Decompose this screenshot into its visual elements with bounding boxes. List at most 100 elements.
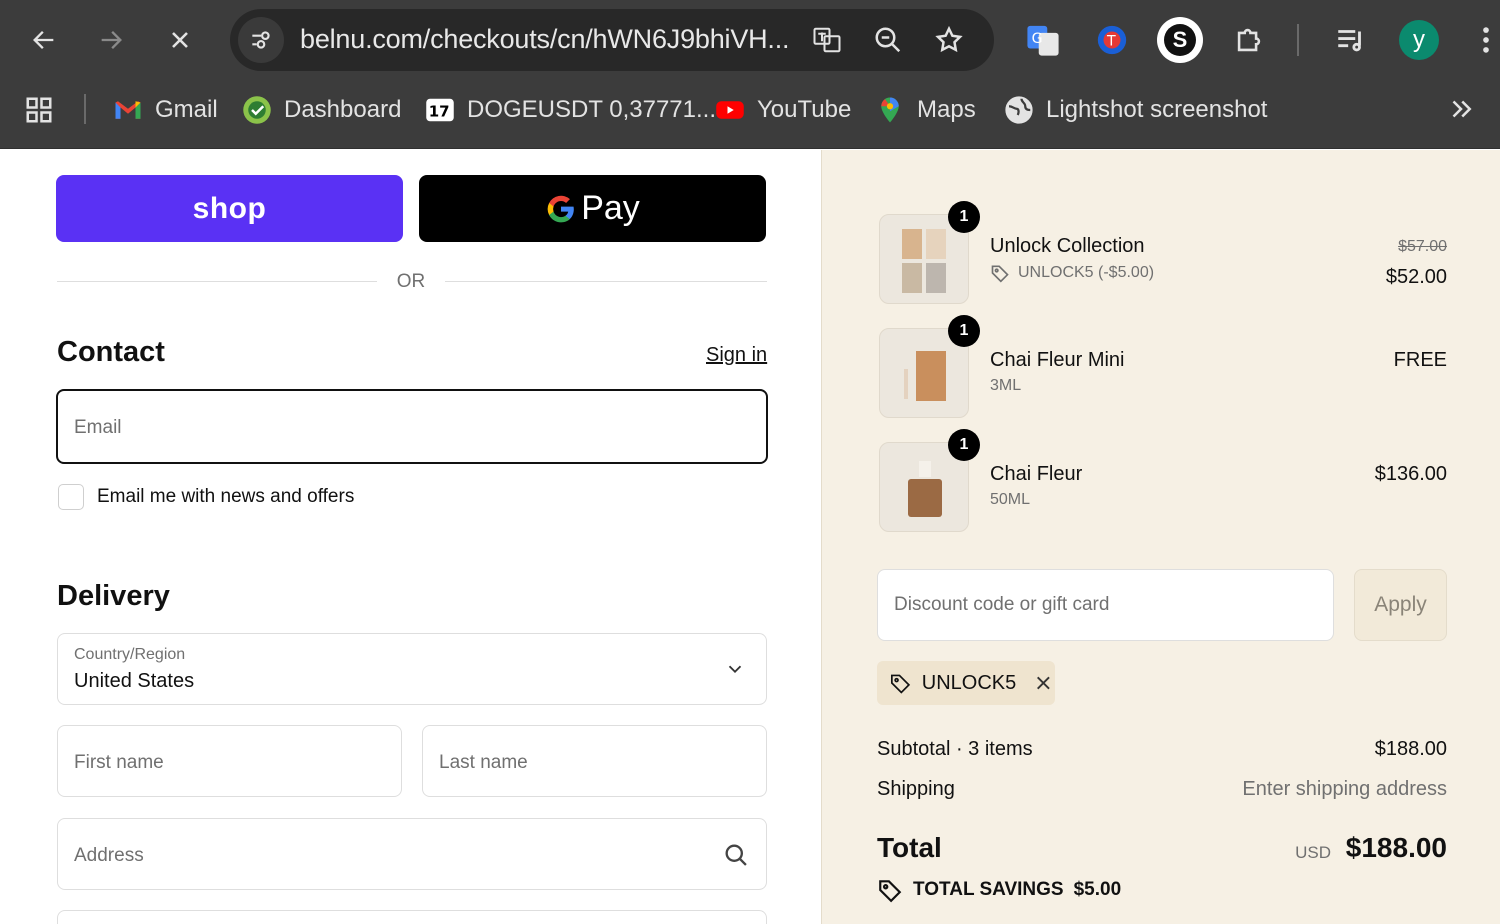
- email-placeholder: Email: [74, 417, 122, 438]
- chevron-down-icon: [728, 665, 742, 674]
- item-size: 50ML: [990, 491, 1031, 508]
- email-field[interactable]: Email: [56, 389, 768, 464]
- forward-button[interactable]: [89, 18, 133, 62]
- applied-discount-chip: UNLOCK5: [877, 661, 1055, 705]
- item-name: Chai Fleur Mini: [990, 349, 1125, 371]
- subtotal-label: Subtotal · 3 items: [877, 738, 1033, 760]
- translate-page-button[interactable]: [810, 23, 844, 57]
- arrow-left-icon: [33, 31, 54, 49]
- last-name-field[interactable]: Last name: [422, 725, 767, 797]
- more-vert-icon: [1483, 27, 1489, 53]
- or-divider: OR: [396, 271, 426, 292]
- product-thumbnail: 1: [879, 315, 980, 418]
- country-value: United States: [74, 670, 195, 692]
- divider-line: [57, 281, 377, 282]
- google-translate-extension[interactable]: G: [1020, 17, 1066, 63]
- dashboard-icon: [243, 96, 271, 124]
- close-icon[interactable]: [1032, 670, 1055, 696]
- newsletter-label: Email me with news and offers: [97, 486, 355, 507]
- next-field[interactable]: [57, 910, 767, 924]
- maps-icon: [881, 97, 899, 123]
- product-thumbnail: 1: [879, 201, 980, 304]
- back-button[interactable]: [22, 18, 66, 62]
- apps-grid-icon[interactable]: [24, 95, 54, 125]
- extensions-button[interactable]: [1226, 17, 1272, 63]
- quantity-badge: 1: [948, 315, 980, 347]
- svg-text:17: 17: [429, 102, 450, 120]
- last-name-placeholder: Last name: [439, 752, 528, 773]
- url-text[interactable]: belnu.com/checkouts/cn/hWN6J9bhiVH...: [300, 24, 790, 55]
- bookmark-dogeusdt[interactable]: 17 DOGEUSDT 0,37771...: [425, 91, 716, 129]
- address-bar[interactable]: belnu.com/checkouts/cn/hWN6J9bhiVH...: [230, 9, 994, 71]
- queue-music-icon: [1338, 30, 1361, 52]
- quantity-badge: 1: [948, 429, 980, 461]
- address-field[interactable]: Address: [57, 818, 767, 890]
- tag-icon: [879, 880, 902, 903]
- media-control-button[interactable]: [1328, 17, 1374, 63]
- bookmark-lightshot[interactable]: Lightshot screenshot: [1004, 91, 1267, 129]
- browser-toolbar: belnu.com/checkouts/cn/hWN6J9bhiVH... G …: [0, 0, 1500, 80]
- browser-menu-button[interactable]: [1466, 17, 1500, 63]
- bookmarks-divider: [84, 94, 86, 124]
- tag-icon: [991, 265, 1009, 283]
- item-name: Unlock Collection: [990, 235, 1145, 257]
- bookmark-gmail[interactable]: Gmail: [113, 91, 218, 129]
- newsletter-checkbox[interactable]: [58, 484, 84, 510]
- bookmark-label: Gmail: [155, 96, 218, 123]
- item-price: FREE: [1393, 349, 1447, 371]
- sign-in-link[interactable]: Sign in: [706, 344, 767, 367]
- contact-heading: Contact: [57, 336, 165, 368]
- puzzle-icon: [1237, 28, 1261, 52]
- globe-translate-icon: T: [1097, 25, 1127, 55]
- bookmark-dashboard[interactable]: Dashboard: [242, 91, 401, 129]
- country-select[interactable]: Country/Region United States: [57, 633, 767, 705]
- stop-loading-button[interactable]: [158, 18, 202, 62]
- s-extension[interactable]: S: [1157, 17, 1203, 63]
- first-name-field[interactable]: First name: [57, 725, 402, 797]
- bookmark-label: Maps: [917, 96, 976, 123]
- chevron-double-right-icon[interactable]: [1446, 94, 1476, 124]
- google-translate-icon: G: [1027, 25, 1059, 56]
- google-pay-button[interactable]: Pay: [419, 175, 766, 242]
- total-savings: TOTAL SAVINGS $5.00: [877, 877, 1121, 903]
- original-price: $57.00: [1398, 238, 1447, 255]
- bookmark-youtube[interactable]: YouTube: [715, 91, 851, 129]
- discount-code-field[interactable]: Discount code or gift card: [877, 569, 1334, 641]
- translate-extension[interactable]: T: [1089, 17, 1135, 63]
- address-placeholder: Address: [74, 845, 144, 866]
- shipping-label: Shipping: [877, 778, 955, 800]
- total-currency: USD: [1295, 843, 1331, 862]
- arrow-right-icon: [101, 31, 122, 49]
- item-size: 3ML: [990, 377, 1022, 394]
- checkout-form: shop Pay OR Contact Sign in Email Email …: [0, 150, 821, 924]
- order-summary: 1 Unlock Collection UNLOCK5 (-$5.00) $57…: [821, 150, 1500, 924]
- apply-discount-button[interactable]: Apply: [1354, 569, 1447, 641]
- delivery-heading: Delivery: [57, 580, 170, 612]
- youtube-icon: [716, 101, 744, 119]
- bookmark-label: YouTube: [757, 96, 852, 123]
- site-info-button[interactable]: [238, 17, 284, 63]
- bookmark-maps[interactable]: Maps: [875, 91, 976, 129]
- bookmark-label: Dashboard: [284, 96, 402, 123]
- item-discount-text: UNLOCK5 (-$5.00): [1018, 264, 1155, 281]
- first-name-placeholder: First name: [74, 752, 164, 773]
- search-icon: [725, 844, 747, 866]
- product-thumbnail: 1: [879, 429, 980, 532]
- item-name: Chai Fleur: [990, 463, 1083, 485]
- savings-value: $5.00: [1073, 879, 1122, 900]
- profile-avatar[interactable]: y: [1399, 20, 1439, 60]
- item-price: $52.00: [1385, 266, 1447, 288]
- savings-label: TOTAL SAVINGS: [913, 879, 1064, 900]
- zoom-button[interactable]: [871, 23, 905, 57]
- shop-pay-button[interactable]: shop: [56, 175, 403, 242]
- tune-icon: [252, 31, 270, 49]
- item-discount: UNLOCK5 (-$5.00): [990, 263, 1154, 283]
- svg-text:T: T: [1106, 34, 1116, 50]
- discount-placeholder: Discount code or gift card: [894, 594, 1110, 615]
- tradingview-icon: 17: [426, 98, 454, 122]
- bookmark-star-button[interactable]: [932, 23, 966, 57]
- total-label: Total: [877, 832, 942, 863]
- svg-text:G: G: [1032, 31, 1043, 47]
- bookmark-label: DOGEUSDT 0,37771...: [467, 96, 716, 123]
- translate-icon: [813, 27, 841, 53]
